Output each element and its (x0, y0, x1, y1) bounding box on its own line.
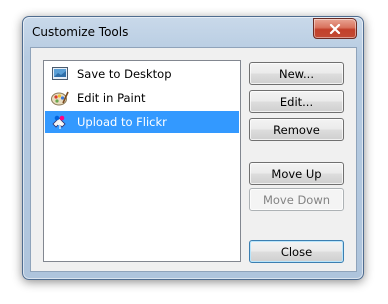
list-item-label: Save to Desktop (77, 67, 172, 81)
close-icon (329, 23, 341, 34)
move-down-button[interactable]: Move Down (249, 188, 344, 211)
desktop-icon (51, 65, 69, 83)
list-item-label: Upload to Flickr (77, 115, 167, 129)
tools-list[interactable]: Save to Desktop Edit in Paint Upload to … (43, 60, 241, 262)
remove-button[interactable]: Remove (249, 118, 344, 141)
list-item-upload-to-flickr[interactable]: Upload to Flickr (45, 111, 239, 133)
paint-palette-icon (51, 89, 69, 107)
customize-tools-dialog: Customize Tools Save to Desktop Edit in … (22, 16, 364, 280)
edit-button[interactable]: Edit... (249, 90, 344, 113)
close-button[interactable]: Close (249, 240, 344, 263)
flickr-upload-icon (51, 113, 69, 131)
window-title: Customize Tools (32, 25, 129, 39)
list-item-label: Edit in Paint (77, 91, 146, 105)
list-item-edit-in-paint[interactable]: Edit in Paint (45, 87, 239, 109)
dialog-content: Save to Desktop Edit in Paint Upload to … (30, 47, 357, 272)
move-up-button[interactable]: Move Up (249, 162, 344, 185)
new-button[interactable]: New... (249, 62, 344, 85)
window-close-button[interactable] (313, 18, 357, 39)
list-item-save-to-desktop[interactable]: Save to Desktop (45, 63, 239, 85)
